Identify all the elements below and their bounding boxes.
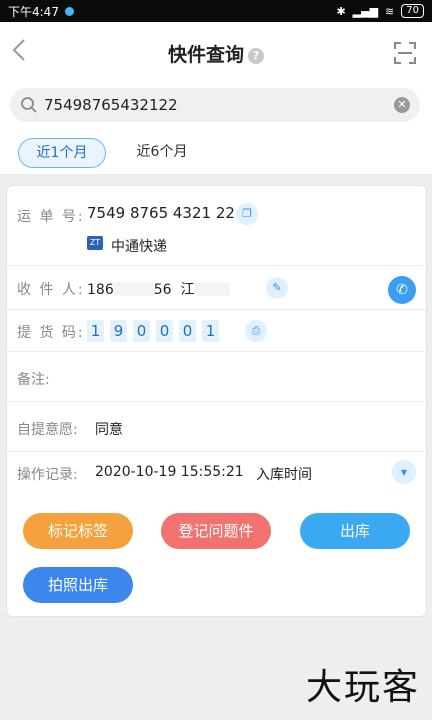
status-left: 下午4:47: [8, 3, 74, 20]
pickup-code-digit: 0: [156, 320, 173, 342]
checkout-button[interactable]: 出库: [300, 513, 410, 549]
receiver-name-start: 江: [180, 282, 195, 298]
self-pickup-label: 自提意愿:: [17, 422, 78, 438]
status-time: 下午4:47: [8, 4, 59, 19]
page-title: 快件查询: [167, 44, 244, 66]
receiver-phone-start: 186: [87, 282, 114, 298]
receiver-row: 收 件 人: 186 56 江 ✎ ✆: [7, 266, 426, 310]
photo-checkout-button[interactable]: 拍照出库: [23, 567, 133, 603]
expand-log-button[interactable]: ▾: [392, 460, 416, 484]
pickup-code-row: 提 货 码: 1 9 0 0 0 1 ⎙: [7, 310, 426, 352]
print-button[interactable]: ⎙: [245, 320, 267, 342]
phone-icon: ✆: [396, 282, 408, 298]
help-circle-icon[interactable]: ?: [248, 48, 264, 64]
waybill-row: 运 单 号: 7549 8765 4321 22 ❐ ZT 中通快递: [7, 186, 426, 266]
tab-1-month[interactable]: 近1个月: [18, 138, 106, 168]
operation-log-label: 操作记录:: [17, 467, 78, 483]
receiver-phone-end: 56: [153, 282, 172, 298]
pickup-code-digit: 1: [87, 320, 104, 342]
courier-name: 中通快递: [111, 239, 167, 255]
receiver-info: 186 56 江: [87, 279, 231, 299]
waybill-label: 运 单 号:: [17, 209, 85, 225]
status-right: ✱ ▂▄▆ ≋ 70: [336, 4, 424, 18]
search-input[interactable]: [44, 96, 394, 114]
mark-tag-button[interactable]: 标记标签: [23, 513, 133, 549]
scan-icon: [394, 42, 416, 64]
battery-icon: 70: [401, 4, 424, 18]
bluetooth-icon: ✱: [336, 4, 346, 18]
wifi-icon: ≋: [385, 4, 395, 18]
note-label: 备注:: [17, 372, 50, 388]
pickup-code-digit: 0: [133, 320, 150, 342]
call-button[interactable]: ✆: [388, 276, 416, 304]
tab-6-months[interactable]: 近6个月: [118, 138, 206, 168]
package-detail-card: 运 单 号: 7549 8765 4321 22 ❐ ZT 中通快递 收 件 人…: [6, 185, 427, 617]
masked-text: [113, 282, 154, 296]
register-problem-button[interactable]: 登记问题件: [161, 513, 271, 549]
edit-receiver-button[interactable]: ✎: [266, 277, 288, 299]
waybill-number: 7549 8765 4321 22: [87, 204, 235, 222]
clear-icon[interactable]: ✕: [394, 97, 410, 113]
operation-log-row: 操作记录: 2020-10-19 15:55:21 入库时间 ▾: [7, 452, 426, 492]
note-row: 备注:: [7, 352, 426, 402]
pickup-code-label: 提 货 码:: [17, 325, 85, 341]
courier-logo-icon: ZT: [87, 236, 103, 250]
search-icon: [21, 97, 37, 113]
self-pickup-row: 自提意愿: 同意: [7, 402, 426, 452]
search-box[interactable]: ✕: [10, 88, 420, 122]
date-range-tabs: 近1个月 近6个月: [0, 130, 432, 174]
page-title-wrap: 快件查询?: [0, 40, 432, 67]
pickup-code-digit: 9: [110, 320, 127, 342]
status-bar: 下午4:47 ✱ ▂▄▆ ≋ 70: [0, 0, 432, 22]
masked-text: [194, 282, 231, 296]
self-pickup-value: 同意: [95, 422, 123, 438]
pickup-code-digit: 1: [202, 320, 219, 342]
operation-log-time: 2020-10-19 15:55:21: [95, 464, 244, 480]
edit-icon: ✎: [272, 281, 282, 294]
watermark: 大玩客: [305, 667, 420, 708]
print-icon: ⎙: [251, 324, 261, 337]
app-header: 快件查询?: [0, 22, 432, 82]
copy-icon: ❐: [242, 207, 252, 220]
chevron-down-icon: ▾: [400, 465, 408, 479]
copy-button[interactable]: ❐: [236, 203, 258, 225]
receiver-label: 收 件 人:: [17, 282, 85, 298]
pickup-code-digit: 0: [179, 320, 196, 342]
scan-button[interactable]: [394, 42, 416, 64]
search-area: ✕: [0, 82, 432, 130]
signal-icon: ▂▄▆: [352, 4, 379, 18]
notification-icon: [64, 6, 74, 16]
operation-log-event: 入库时间: [256, 467, 312, 483]
